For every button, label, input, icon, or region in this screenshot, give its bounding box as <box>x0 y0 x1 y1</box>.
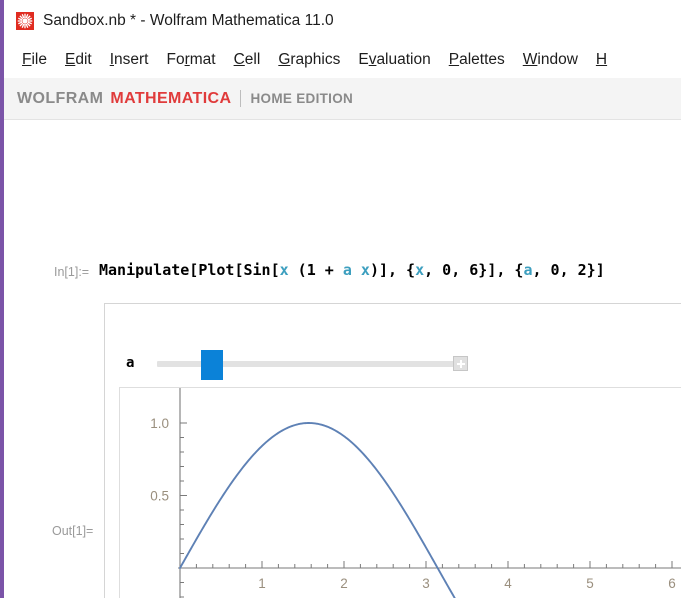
menu-item-evaluation[interactable]: Evaluation <box>349 49 439 71</box>
x-tick-label: 4 <box>504 576 512 591</box>
menu-item-format[interactable]: Format <box>157 49 224 71</box>
brand-mathematica-label: MATHEMATICA <box>110 89 232 107</box>
code-symbol: a <box>523 261 533 279</box>
mathematica-window: Sandbox.nb * - Wolfram Mathematica 11.0 … <box>0 0 681 598</box>
menu-item-file[interactable]: File <box>13 49 56 71</box>
x-tick-label: 1 <box>258 576 266 591</box>
manipulate-panel: a 1234561.00.5−0.5−1.0 <box>104 303 681 598</box>
slider-thumb[interactable] <box>201 350 223 380</box>
code-symbol: a <box>342 261 352 279</box>
code-symbol: x <box>415 261 425 279</box>
code-symbol: x <box>279 261 289 279</box>
window-title: Sandbox.nb * - Wolfram Mathematica 11.0 <box>43 12 334 29</box>
code-symbol: x <box>360 261 370 279</box>
input-cell-label: In[1]:= <box>54 265 90 279</box>
x-tick-label: 3 <box>422 576 430 591</box>
brand-edition-label: HOME EDITION <box>250 91 354 106</box>
menu-item-insert[interactable]: Insert <box>101 49 158 71</box>
menu-bar: File Edit Insert Format Cell Graphics Ev… <box>4 42 681 78</box>
menu-item-graphics[interactable]: Graphics <box>269 49 349 71</box>
menu-item-help[interactable]: H <box>587 49 616 71</box>
notebook-canvas[interactable]: In[1]:= Out[1]= Manipulate[Plot[Sin[x (1… <box>4 121 681 598</box>
input-code-cell[interactable]: Manipulate[Plot[Sin[x (1 + a x)], {x, 0,… <box>99 261 605 279</box>
plot-svg: 1234561.00.5−0.5−1.0 <box>150 388 681 598</box>
title-bar: Sandbox.nb * - Wolfram Mathematica 11.0 <box>4 0 681 42</box>
y-tick-label: 1.0 <box>150 416 169 431</box>
menu-item-cell[interactable]: Cell <box>225 49 270 71</box>
x-tick-label: 5 <box>586 576 594 591</box>
brand-wolfram-label: WOLFRAM <box>17 89 104 107</box>
brand-strip: WOLFRAM MATHEMATICA HOME EDITION <box>4 78 681 120</box>
y-tick-label: 0.5 <box>150 489 169 504</box>
slider-parameter-label: a <box>126 355 135 371</box>
x-tick-label: 6 <box>668 576 676 591</box>
menu-item-edit[interactable]: Edit <box>56 49 101 71</box>
code-text: Manipulate[Plot[Sin[ <box>99 261 280 279</box>
plot-curve <box>179 422 456 598</box>
code-text: , 0, 2}] <box>532 261 605 279</box>
slider-track[interactable] <box>157 350 462 380</box>
menu-item-window[interactable]: Window <box>514 49 587 71</box>
x-tick-label: 2 <box>340 576 348 591</box>
mathematica-spikey-icon <box>16 12 34 30</box>
plot-frame: 1234561.00.5−0.5−1.0 <box>119 387 681 598</box>
code-text: (1 + <box>288 261 343 279</box>
menu-item-palettes[interactable]: Palettes <box>440 49 514 71</box>
manipulate-control-row: a <box>105 348 681 388</box>
output-cell-label: Out[1]= <box>52 524 94 538</box>
brand-divider <box>240 90 242 107</box>
plus-icon[interactable] <box>453 356 468 371</box>
code-text: )], { <box>369 261 416 279</box>
code-text: , 0, 6}], { <box>424 261 524 279</box>
